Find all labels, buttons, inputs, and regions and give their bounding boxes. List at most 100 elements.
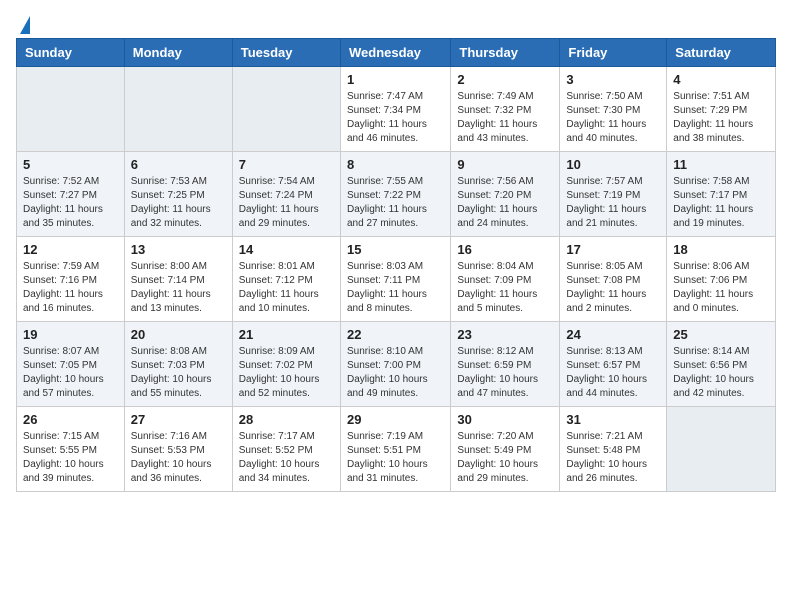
calendar-cell: 6 Sunrise: 7:53 AMSunset: 7:25 PMDaylight… xyxy=(124,152,232,237)
calendar-cell: 20 Sunrise: 8:08 AMSunset: 7:03 PMDayligh… xyxy=(124,322,232,407)
calendar-week-row: 5 Sunrise: 7:52 AMSunset: 7:27 PMDaylight… xyxy=(17,152,776,237)
calendar-cell: 21 Sunrise: 8:09 AMSunset: 7:02 PMDayligh… xyxy=(232,322,340,407)
day-info: Sunrise: 7:59 AMSunset: 7:16 PMDaylight:… xyxy=(23,260,118,316)
day-number: 8 xyxy=(347,157,444,172)
day-number: 27 xyxy=(131,412,226,427)
day-number: 14 xyxy=(239,242,334,257)
day-info: Sunrise: 7:50 AMSunset: 7:30 PMDaylight:… xyxy=(566,90,660,146)
calendar-cell: 12 Sunrise: 7:59 AMSunset: 7:16 PMDayligh… xyxy=(17,237,125,322)
day-info: Sunrise: 8:10 AMSunset: 7:00 PMDaylight:… xyxy=(347,345,444,401)
day-number: 10 xyxy=(566,157,660,172)
day-info: Sunrise: 8:04 AMSunset: 7:09 PMDaylight:… xyxy=(457,260,553,316)
calendar-table: SundayMondayTuesdayWednesdayThursdayFrid… xyxy=(16,38,776,492)
day-number: 23 xyxy=(457,327,553,342)
day-info: Sunrise: 7:16 AMSunset: 5:53 PMDaylight:… xyxy=(131,430,226,486)
day-number: 13 xyxy=(131,242,226,257)
day-info: Sunrise: 7:56 AMSunset: 7:20 PMDaylight:… xyxy=(457,175,553,231)
day-info: Sunrise: 8:06 AMSunset: 7:06 PMDaylight:… xyxy=(673,260,769,316)
calendar-header-row: SundayMondayTuesdayWednesdayThursdayFrid… xyxy=(17,39,776,67)
day-number: 22 xyxy=(347,327,444,342)
day-number: 5 xyxy=(23,157,118,172)
calendar-cell: 27 Sunrise: 7:16 AMSunset: 5:53 PMDayligh… xyxy=(124,407,232,492)
weekday-header-monday: Monday xyxy=(124,39,232,67)
day-info: Sunrise: 7:57 AMSunset: 7:19 PMDaylight:… xyxy=(566,175,660,231)
calendar-cell xyxy=(232,67,340,152)
calendar-cell: 5 Sunrise: 7:52 AMSunset: 7:27 PMDaylight… xyxy=(17,152,125,237)
day-number: 16 xyxy=(457,242,553,257)
day-info: Sunrise: 8:14 AMSunset: 6:56 PMDaylight:… xyxy=(673,345,769,401)
calendar-cell: 31 Sunrise: 7:21 AMSunset: 5:48 PMDayligh… xyxy=(560,407,667,492)
day-info: Sunrise: 8:12 AMSunset: 6:59 PMDaylight:… xyxy=(457,345,553,401)
calendar-cell: 29Sunrise: 7:19 AMSunset: 5:51 PMDayligh… xyxy=(340,407,450,492)
day-info: Sunrise: 8:00 AMSunset: 7:14 PMDaylight:… xyxy=(131,260,226,316)
day-info: Sunrise: 7:17 AMSunset: 5:52 PMDaylight:… xyxy=(239,430,334,486)
day-info: Sunrise: 7:20 AMSunset: 5:49 PMDaylight:… xyxy=(457,430,553,486)
day-number: 9 xyxy=(457,157,553,172)
weekday-header-thursday: Thursday xyxy=(451,39,560,67)
calendar-week-row: 1Sunrise: 7:47 AMSunset: 7:34 PMDaylight… xyxy=(17,67,776,152)
day-number: 15 xyxy=(347,242,444,257)
calendar-cell: 3 Sunrise: 7:50 AMSunset: 7:30 PMDaylight… xyxy=(560,67,667,152)
weekday-header-saturday: Saturday xyxy=(667,39,776,67)
calendar-cell: 15 Sunrise: 8:03 AMSunset: 7:11 PMDayligh… xyxy=(340,237,450,322)
calendar-cell: 25Sunrise: 8:14 AMSunset: 6:56 PMDayligh… xyxy=(667,322,776,407)
day-number: 17 xyxy=(566,242,660,257)
weekday-header-friday: Friday xyxy=(560,39,667,67)
day-info: Sunrise: 7:21 AMSunset: 5:48 PMDaylight:… xyxy=(566,430,660,486)
weekday-header-wednesday: Wednesday xyxy=(340,39,450,67)
day-number: 20 xyxy=(131,327,226,342)
day-info: Sunrise: 8:01 AMSunset: 7:12 PMDaylight:… xyxy=(239,260,334,316)
calendar-cell: 26 Sunrise: 7:15 AMSunset: 5:55 PMDayligh… xyxy=(17,407,125,492)
day-info: Sunrise: 7:47 AMSunset: 7:34 PMDaylight:… xyxy=(347,90,444,146)
calendar-cell: 9 Sunrise: 7:56 AMSunset: 7:20 PMDaylight… xyxy=(451,152,560,237)
calendar-cell: 10 Sunrise: 7:57 AMSunset: 7:19 PMDayligh… xyxy=(560,152,667,237)
day-number: 6 xyxy=(131,157,226,172)
day-number: 2 xyxy=(457,72,553,87)
calendar-week-row: 19Sunrise: 8:07 AMSunset: 7:05 PMDayligh… xyxy=(17,322,776,407)
calendar-cell: 30Sunrise: 7:20 AMSunset: 5:49 PMDayligh… xyxy=(451,407,560,492)
day-info: Sunrise: 7:15 AMSunset: 5:55 PMDaylight:… xyxy=(23,430,118,486)
day-info: Sunrise: 8:03 AMSunset: 7:11 PMDaylight:… xyxy=(347,260,444,316)
day-number: 31 xyxy=(566,412,660,427)
calendar-cell: 2 Sunrise: 7:49 AMSunset: 7:32 PMDaylight… xyxy=(451,67,560,152)
day-info: Sunrise: 8:07 AMSunset: 7:05 PMDaylight:… xyxy=(23,345,118,401)
calendar-cell: 17 Sunrise: 8:05 AMSunset: 7:08 PMDayligh… xyxy=(560,237,667,322)
day-number: 21 xyxy=(239,327,334,342)
day-info: Sunrise: 7:53 AMSunset: 7:25 PMDaylight:… xyxy=(131,175,226,231)
day-info: Sunrise: 8:13 AMSunset: 6:57 PMDaylight:… xyxy=(566,345,660,401)
calendar-cell: 28Sunrise: 7:17 AMSunset: 5:52 PMDayligh… xyxy=(232,407,340,492)
weekday-header-sunday: Sunday xyxy=(17,39,125,67)
calendar-cell: 4 Sunrise: 7:51 AMSunset: 7:29 PMDaylight… xyxy=(667,67,776,152)
day-number: 4 xyxy=(673,72,769,87)
calendar-cell: 13 Sunrise: 8:00 AMSunset: 7:14 PMDayligh… xyxy=(124,237,232,322)
day-number: 12 xyxy=(23,242,118,257)
calendar-cell xyxy=(124,67,232,152)
day-number: 24 xyxy=(566,327,660,342)
day-info: Sunrise: 7:51 AMSunset: 7:29 PMDaylight:… xyxy=(673,90,769,146)
calendar-cell: 22 Sunrise: 8:10 AMSunset: 7:00 PMDayligh… xyxy=(340,322,450,407)
calendar-week-row: 12 Sunrise: 7:59 AMSunset: 7:16 PMDayligh… xyxy=(17,237,776,322)
calendar-cell: 8 Sunrise: 7:55 AMSunset: 7:22 PMDaylight… xyxy=(340,152,450,237)
day-info: Sunrise: 8:09 AMSunset: 7:02 PMDaylight:… xyxy=(239,345,334,401)
weekday-header-tuesday: Tuesday xyxy=(232,39,340,67)
logo-triangle-icon xyxy=(20,16,30,34)
day-info: Sunrise: 7:54 AMSunset: 7:24 PMDaylight:… xyxy=(239,175,334,231)
day-number: 7 xyxy=(239,157,334,172)
logo xyxy=(16,16,30,30)
calendar-cell: 16 Sunrise: 8:04 AMSunset: 7:09 PMDayligh… xyxy=(451,237,560,322)
day-info: Sunrise: 7:52 AMSunset: 7:27 PMDaylight:… xyxy=(23,175,118,231)
day-number: 18 xyxy=(673,242,769,257)
calendar-cell: 23 Sunrise: 8:12 AMSunset: 6:59 PMDayligh… xyxy=(451,322,560,407)
day-number: 3 xyxy=(566,72,660,87)
calendar-cell xyxy=(17,67,125,152)
calendar-cell: 1Sunrise: 7:47 AMSunset: 7:34 PMDaylight… xyxy=(340,67,450,152)
day-info: Sunrise: 8:08 AMSunset: 7:03 PMDaylight:… xyxy=(131,345,226,401)
day-info: Sunrise: 7:58 AMSunset: 7:17 PMDaylight:… xyxy=(673,175,769,231)
day-number: 26 xyxy=(23,412,118,427)
calendar-cell: 18 Sunrise: 8:06 AMSunset: 7:06 PMDayligh… xyxy=(667,237,776,322)
day-info: Sunrise: 7:19 AMSunset: 5:51 PMDaylight:… xyxy=(347,430,444,486)
day-info: Sunrise: 8:05 AMSunset: 7:08 PMDaylight:… xyxy=(566,260,660,316)
day-info: Sunrise: 7:49 AMSunset: 7:32 PMDaylight:… xyxy=(457,90,553,146)
day-info: Sunrise: 7:55 AMSunset: 7:22 PMDaylight:… xyxy=(347,175,444,231)
calendar-cell: 11Sunrise: 7:58 AMSunset: 7:17 PMDayligh… xyxy=(667,152,776,237)
